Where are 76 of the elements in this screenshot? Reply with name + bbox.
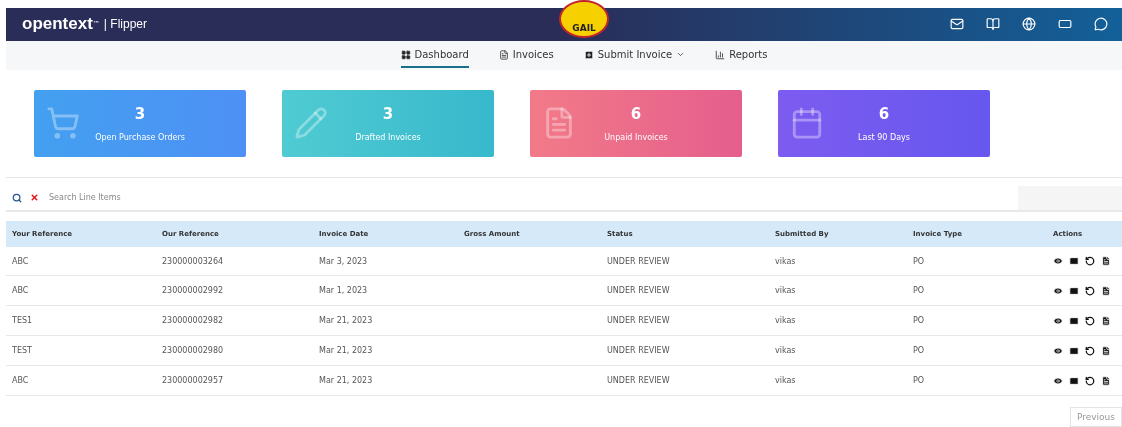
card-count: 3 — [382, 104, 394, 123]
table-cell-text: Mar 21, 2023 — [319, 346, 374, 356]
table-cell-text: Mar 21, 2023 — [319, 316, 374, 326]
previous-button[interactable]: Previous — [1069, 407, 1122, 427]
card-count: 3 — [134, 104, 146, 123]
table-cell-text: ABC — [12, 286, 30, 296]
brand-name: opentext — [22, 14, 93, 35]
undo-icon[interactable] — [1085, 285, 1095, 296]
undo-icon[interactable] — [1085, 345, 1095, 356]
calendar-icon — [790, 105, 824, 140]
table-cell-text: UNDER REVIEW — [607, 316, 671, 326]
view-icon[interactable] — [1053, 375, 1063, 386]
summary-card[interactable]: 6 Last 90 Days — [778, 89, 990, 157]
company-logo: GAIL — [559, 0, 609, 38]
undo-icon[interactable] — [1085, 315, 1095, 326]
cart-icon — [46, 105, 80, 140]
table-cell-text: 230000002957 — [162, 376, 225, 386]
table-cell-text: UNDER REVIEW — [607, 286, 671, 296]
table-cell-text: UNDER REVIEW — [607, 256, 671, 266]
table-cell-text: Mar 21, 2023 — [319, 376, 374, 386]
card-label: Unpaid Invoices — [604, 132, 668, 142]
document-icon[interactable] — [1101, 256, 1111, 266]
summary-card[interactable]: 6 Unpaid Invoices — [530, 89, 742, 157]
view-icon[interactable] — [1053, 315, 1063, 326]
book-icon[interactable] — [986, 17, 1000, 32]
card-label: Last 90 Days — [858, 132, 910, 142]
view-icon[interactable] — [1053, 256, 1063, 266]
nav-tab[interactable]: Invoices — [498, 43, 554, 68]
view-icon[interactable] — [1053, 285, 1063, 296]
dashboard-icon — [400, 49, 411, 60]
document-icon[interactable] — [1101, 285, 1111, 296]
table-cell-text: 230000003264 — [162, 256, 225, 266]
table-cell-text: PO — [913, 316, 926, 326]
table-cell-text: PO — [913, 286, 926, 296]
table-cell-text: vikas — [775, 376, 797, 386]
table-cell-text: TEST — [12, 346, 33, 356]
table-cell-text: 230000002980 — [162, 346, 225, 356]
card-label: Open Purchase Orders — [95, 132, 185, 142]
table-cell-text: 230000002992 — [162, 286, 225, 296]
globe-icon[interactable] — [1022, 17, 1036, 32]
table-cell-text: Mar 1, 2023 — [319, 286, 369, 296]
table-cell-text: vikas — [775, 256, 797, 266]
document-icon[interactable] — [1101, 345, 1111, 356]
table-cell-text: UNDER REVIEW — [607, 346, 671, 356]
table-cell-text: UNDER REVIEW — [607, 376, 671, 386]
view-icon[interactable] — [1053, 345, 1063, 356]
chart-icon — [715, 49, 726, 60]
clear-icon[interactable] — [30, 193, 39, 203]
nav-tab[interactable]: Dashboard — [400, 43, 469, 68]
product-name: | Flipper — [103, 17, 147, 32]
table-cell-text: TES1 — [12, 316, 34, 326]
table-cell-text: ABC — [12, 256, 30, 266]
summary-card[interactable]: 3 Open Purchase Orders — [34, 89, 246, 157]
pencil-icon — [294, 105, 328, 140]
nav-tab[interactable]: Reports — [715, 43, 768, 68]
table-cell-text: PO — [913, 256, 926, 266]
table-cell-text: vikas — [775, 346, 797, 356]
table-cell-text: Mar 3, 2023 — [319, 256, 369, 266]
nav-tab[interactable]: Submit Invoice — [583, 43, 686, 68]
search-icon[interactable] — [12, 192, 22, 203]
chat-icon[interactable] — [1094, 17, 1108, 32]
card-count: 6 — [630, 104, 642, 123]
undo-icon[interactable] — [1085, 256, 1095, 266]
undo-icon[interactable] — [1085, 375, 1095, 386]
table-cell-text: 230000002982 — [162, 316, 225, 326]
table-cell-text: vikas — [775, 316, 797, 326]
table-cell-text: PO — [913, 346, 926, 356]
document-icon[interactable] — [1101, 375, 1111, 386]
table-cell-text: vikas — [775, 286, 797, 296]
document-icon — [498, 49, 509, 60]
table-cell-text: PO — [913, 376, 926, 386]
document-icon[interactable] — [1101, 315, 1111, 326]
card-count: 6 — [878, 104, 890, 123]
card-label: Drafted Invoices — [355, 132, 421, 142]
table-cell-text: ABC — [12, 376, 30, 386]
search-field[interactable]: Search Line Items — [47, 192, 1018, 204]
